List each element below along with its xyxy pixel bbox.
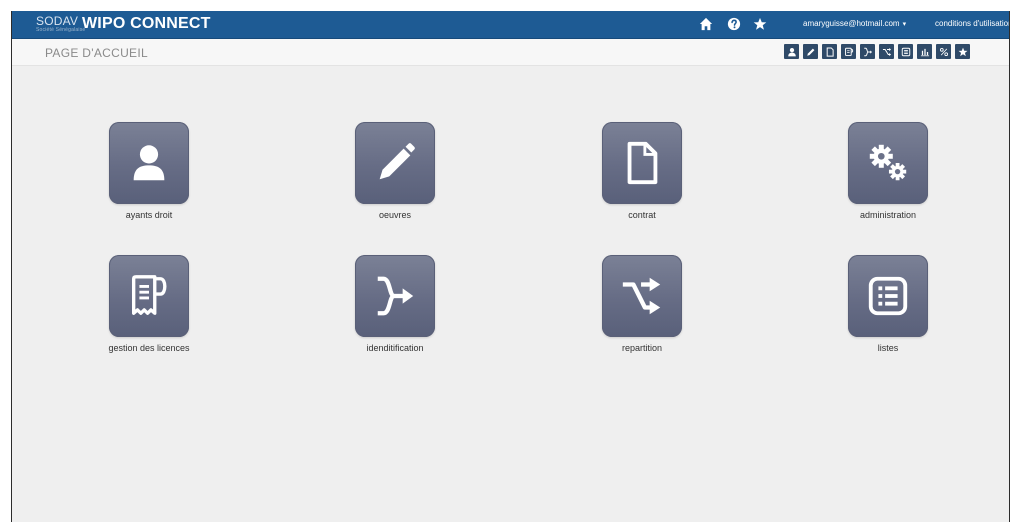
tile-ayants-droit[interactable]: ayants droit (59, 122, 239, 220)
quick-statistics-button[interactable] (917, 44, 932, 59)
administration-button[interactable] (848, 122, 928, 204)
tile-label: oeuvres (378, 210, 412, 220)
quick-ayants-droit-button[interactable] (784, 44, 799, 59)
pencil-icon (379, 143, 415, 180)
user-email: amaryguisse@hotmail.com (803, 19, 900, 28)
ayants-droit-button[interactable] (109, 122, 189, 204)
list-icon (868, 276, 908, 316)
tile-label: administration (859, 210, 917, 220)
help-icon[interactable] (727, 17, 741, 31)
repartition-button[interactable] (602, 255, 682, 337)
gestion-des-licences-button[interactable] (109, 255, 189, 337)
tile-idenditification[interactable]: idenditification (305, 255, 485, 353)
tile-oeuvres[interactable]: oeuvres (305, 122, 485, 220)
app-title[interactable]: WIPO CONNECT (82, 15, 211, 33)
logo-text: SODAV (36, 14, 79, 28)
tile-label: ayants droit (125, 210, 173, 220)
contrat-button[interactable] (602, 122, 682, 204)
identification-icon (863, 47, 872, 56)
tile-listes[interactable]: listes (798, 255, 978, 353)
percent-icon (939, 47, 948, 56)
quick-rates-button[interactable] (936, 44, 951, 59)
gears-icon (869, 144, 907, 181)
license-icon (131, 275, 167, 315)
home-icon[interactable] (699, 17, 713, 31)
quick-listes-button[interactable] (898, 44, 913, 59)
idenditification-button[interactable] (355, 255, 435, 337)
tile-label: repartition (621, 343, 663, 353)
tile-label: contrat (628, 210, 656, 220)
user-icon (787, 47, 796, 56)
tile-contrat[interactable]: contrat (552, 122, 732, 220)
tile-label: gestion des licences (108, 343, 190, 353)
tile-label: idenditification (366, 343, 424, 353)
quick-identification-button[interactable] (860, 44, 875, 59)
list-icon (901, 47, 910, 56)
star-icon (958, 47, 967, 56)
pencil-icon (806, 48, 814, 56)
page-header: PAGE D'ACCUEIL (12, 39, 1009, 66)
quick-licences-button[interactable] (841, 44, 856, 59)
listes-button[interactable] (848, 255, 928, 337)
user-menu[interactable]: amaryguisse@hotmail.com ▾ (803, 19, 906, 28)
quick-contrat-button[interactable] (822, 44, 837, 59)
quick-favorites-button[interactable] (955, 44, 970, 59)
oeuvres-button[interactable] (355, 122, 435, 204)
terms-link[interactable]: conditions d'utilisation (935, 19, 1009, 28)
quick-oeuvres-button[interactable] (803, 44, 818, 59)
repartition-icon (622, 277, 661, 315)
logo-subtext: Société Sénégalaise (36, 27, 86, 33)
quick-access-toolbar (784, 44, 970, 60)
repartition-icon (882, 47, 891, 56)
identification-icon (377, 276, 414, 316)
user-icon (133, 145, 165, 181)
top-navbar: SODAV Société Sénégalaise WIPO CONNECT a… (12, 11, 1009, 39)
chevron-down-icon: ▾ (902, 21, 907, 28)
sodav-logo[interactable]: SODAV Société Sénégalaise (36, 14, 85, 33)
tile-repartition[interactable]: repartition (552, 255, 732, 353)
tile-gestion-des-licences[interactable]: gestion des licences (59, 255, 239, 353)
quick-repartition-button[interactable] (879, 44, 894, 59)
bar-chart-icon (920, 48, 929, 56)
tile-administration[interactable]: administration (798, 122, 978, 220)
tile-label: listes (877, 343, 899, 353)
app-window: SODAV Société Sénégalaise WIPO CONNECT a… (11, 11, 1010, 522)
file-icon (627, 141, 658, 185)
file-icon (826, 46, 834, 57)
page-title: PAGE D'ACCUEIL (45, 46, 148, 60)
license-icon (844, 47, 853, 56)
star-icon[interactable] (753, 17, 767, 31)
